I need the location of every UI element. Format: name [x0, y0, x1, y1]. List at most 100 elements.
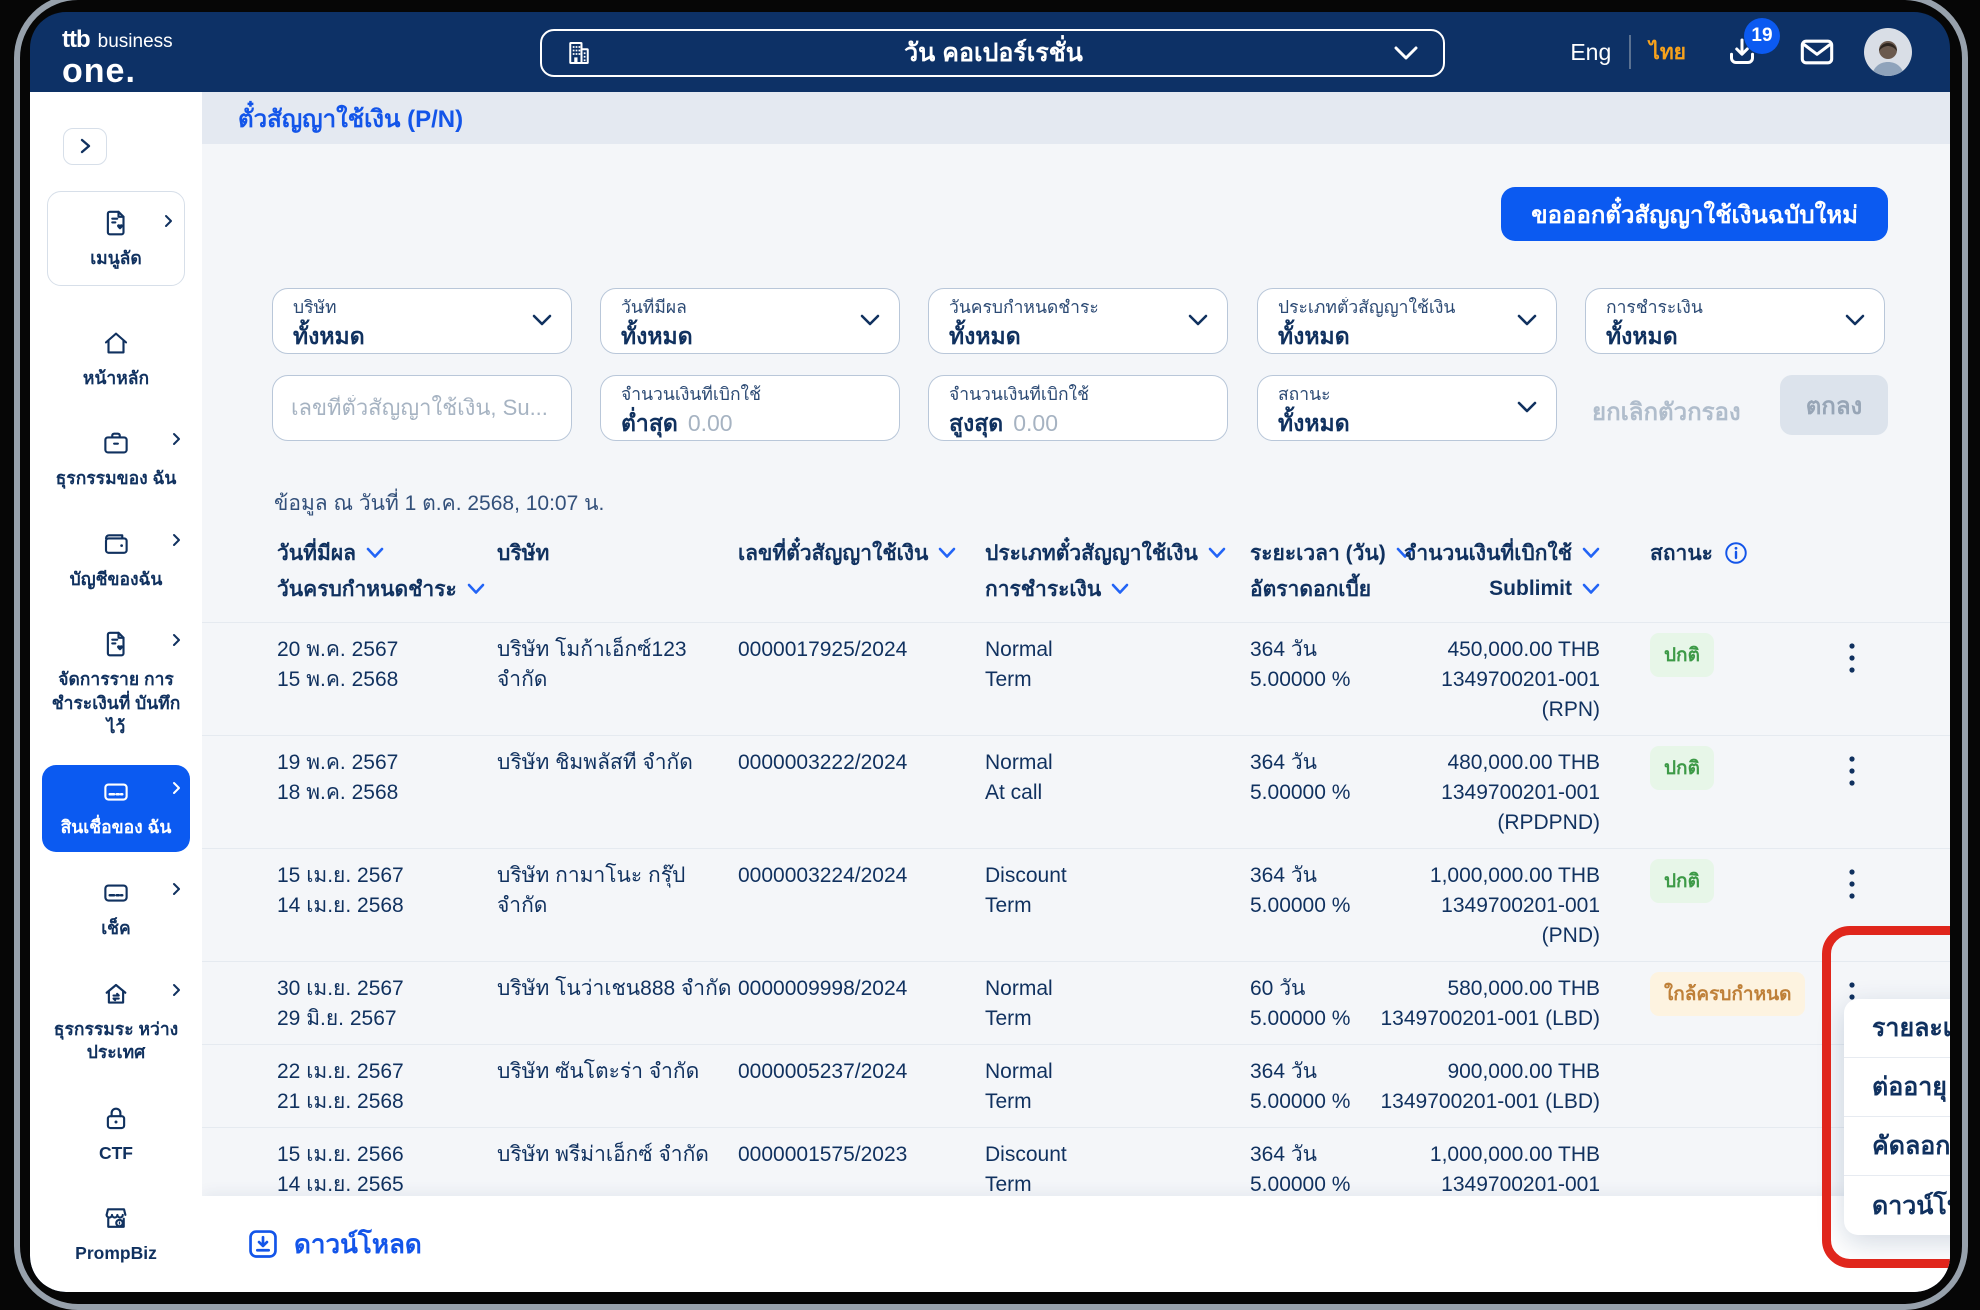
sidebar-item-home[interactable]: หน้าหลัก — [42, 316, 190, 403]
amount-min-field[interactable]: จำนวนเงินที่เบิกใช้ ต่ำสุด0.00 — [600, 375, 900, 441]
sort-icon[interactable] — [938, 547, 956, 559]
company-selector[interactable]: วัน คอเปอร์เรชั่น — [540, 29, 1445, 77]
table-row[interactable]: 22 เม.ย. 256721 เม.ย. 2568 บริษัท ซันโตะ… — [202, 1045, 1950, 1128]
header-due-date[interactable]: วันครบกำหนดชำระ — [277, 573, 457, 606]
user-avatar[interactable] — [1864, 28, 1912, 76]
sidebar-item-shortcut-menu[interactable]: เมนูลัด — [47, 191, 185, 286]
sidebar-item-label: PrompBiz — [48, 1242, 184, 1266]
footer-bar: ดาวน์โหลด — [202, 1196, 1950, 1292]
sidebar-expand-button[interactable] — [63, 128, 107, 165]
cell-dates: 19 พ.ค. 256718 พ.ค. 2568 — [277, 736, 497, 818]
column-header-duration-rate: ระยะเวลา (วัน) อัตราดอกเบี้ย — [1250, 535, 1380, 607]
filter-dropdown-4[interactable]: ประเภทตั๋วสัญญาใช้เงิน ทั้งหมด — [1257, 288, 1557, 354]
row-actions-kebab-button[interactable] — [1822, 623, 1882, 675]
filter-dropdown-2[interactable]: วันที่มีผล ทั้งหมด — [600, 288, 900, 354]
chevron-down-icon — [1187, 313, 1209, 327]
context-menu-item-3[interactable]: คัดลอก — [1844, 1117, 1950, 1176]
sidebar-item-ctf[interactable]: CTF — [42, 1091, 190, 1178]
language-thai[interactable]: ไทย — [1649, 36, 1686, 69]
download-button[interactable]: ดาวน์โหลด — [294, 1224, 422, 1265]
sort-icon[interactable] — [1111, 583, 1129, 595]
header-amount[interactable]: จำนวนเงินที่เบิกใช้ — [1404, 537, 1572, 570]
status-filter-dropdown[interactable]: สถานะ ทั้งหมด — [1257, 375, 1557, 441]
context-menu-item-1[interactable]: รายละเอียด — [1844, 999, 1950, 1058]
filter-value: ทั้งหมด — [949, 319, 1179, 355]
apply-filters-button[interactable]: ตกลง — [1780, 375, 1888, 435]
sidebar-item-prompbiz[interactable]: PrompBiz — [42, 1191, 190, 1278]
sidebar-item-cheque[interactable]: เช็ค — [42, 866, 190, 953]
sidebar-item-label: บัญชีของฉัน — [48, 568, 184, 592]
header-duration[interactable]: ระยะเวลา (วัน) — [1250, 537, 1386, 570]
company-name: วัน คอเปอร์เรชั่น — [594, 33, 1393, 73]
header-payment[interactable]: การชำระเงิน — [985, 573, 1101, 606]
filter-value: ทั้งหมด — [1278, 319, 1508, 355]
row-actions-kebab-button[interactable] — [1822, 849, 1882, 901]
filter-label: การชำระเงิน — [1606, 297, 1836, 318]
amount-max-field[interactable]: จำนวนเงินที่เบิกใช้ สูงสุด0.00 — [928, 375, 1228, 441]
wallet-icon — [101, 529, 131, 559]
table-row[interactable]: 19 พ.ค. 256718 พ.ค. 2568 บริษัท ชิมพลัสท… — [202, 736, 1950, 849]
status-badge: ปกติ — [1650, 859, 1714, 903]
messages-button[interactable] — [1798, 35, 1836, 69]
sidebar-item-my-transactions[interactable]: ธุรกรรมของ ฉัน — [42, 416, 190, 503]
cell-status: ปกติ — [1600, 849, 1822, 903]
cell-amount-sublimit: 1,000,000.00 THB1349700201-001 (PND) — [1380, 849, 1600, 961]
header-sublimit[interactable]: Sublimit — [1489, 577, 1572, 601]
sidebar-item-international[interactable]: ธุรกรรมระ หว่างประเทศ — [42, 967, 190, 1077]
filter-dropdown-5[interactable]: การชำระเงิน ทั้งหมด — [1585, 288, 1885, 354]
header-pn-type[interactable]: ประเภทตั๋วสัญญาใช้เงิน — [985, 537, 1198, 570]
header-effective-date[interactable]: วันที่มีผล — [277, 537, 356, 570]
sort-icon[interactable] — [366, 547, 384, 559]
language-divider — [1629, 35, 1631, 69]
table-row[interactable]: 20 พ.ค. 256715 พ.ค. 2568 บริษัท โมก้าเอ็… — [202, 622, 1950, 736]
status-badge: ปกติ — [1650, 746, 1714, 790]
cell-duration-rate: 364 วัน5.00000 % — [1250, 849, 1380, 931]
clear-filters-button[interactable]: ยกเลิกตัวกรอง — [1592, 392, 1741, 431]
sidebar-item-my-accounts[interactable]: บัญชีของฉัน — [42, 517, 190, 604]
sidebar-nav: หน้าหลัก ธุรกรรมของ ฉัน บัญชีของฉัน จัดก… — [42, 316, 190, 1293]
context-menu-item-4[interactable]: ดาวน์โหลด — [1844, 1176, 1950, 1235]
sidebar-item-saved-payments[interactable]: จัดการราย การชำระเงินที่ บันทึกไว้ — [42, 617, 190, 751]
column-header-pn-number: เลขที่ตั๋วสัญญาใช้เงิน — [738, 535, 985, 607]
status-filter-label: สถานะ — [1278, 384, 1508, 405]
row-actions-kebab-button[interactable] — [1822, 736, 1882, 788]
cell-pn-number: 0000017925/2024 — [738, 623, 985, 675]
sort-icon[interactable] — [467, 583, 485, 595]
info-icon[interactable] — [1723, 540, 1749, 566]
context-menu-item-2[interactable]: ต่ออายุ — [1844, 1058, 1950, 1117]
table-row[interactable]: 15 เม.ย. 256714 เม.ย. 2568 บริษัท กามาโน… — [202, 849, 1950, 962]
status-badge: ปกติ — [1650, 633, 1714, 677]
sidebar-item-my-loans[interactable]: สินเชื่อของ ฉัน — [42, 765, 190, 852]
table-body: 20 พ.ค. 256715 พ.ค. 2568 บริษัท โมก้าเอ็… — [202, 622, 1950, 1292]
language-english[interactable]: Eng — [1570, 39, 1611, 66]
sidebar-item-label: หน้าหลัก — [48, 367, 184, 391]
filter-label: วันครบกำหนดชำระ — [949, 297, 1179, 318]
table-row[interactable]: 30 เม.ย. 256729 มิ.ย. 2567 บริษัท โนว่าเ… — [202, 962, 1950, 1045]
filter-dropdown-1[interactable]: บริษัท ทั้งหมด — [272, 288, 572, 354]
cell-pn-number: 0000003224/2024 — [738, 849, 985, 901]
cell-duration-rate: 364 วัน5.00000 % — [1250, 1045, 1380, 1127]
sort-icon[interactable] — [1208, 547, 1226, 559]
column-header-actions — [1822, 535, 1882, 607]
lock-icon — [101, 1103, 131, 1133]
chevron-down-icon — [531, 313, 553, 327]
sidebar-item-label: ธุรกรรมระ หว่างประเทศ — [48, 1018, 184, 1065]
cell-type-payment: NormalTerm — [985, 623, 1250, 705]
pn-number-search-field[interactable] — [272, 375, 572, 441]
status-badge: ใกล้ครบกำหนด — [1650, 972, 1805, 1016]
sort-icon[interactable] — [1582, 547, 1600, 559]
download-center-button[interactable]: 19 — [1724, 34, 1760, 70]
filter-value: ทั้งหมด — [293, 319, 523, 355]
navbar-right-group: Eng ไทย 19 — [1570, 12, 1912, 92]
chevron-right-icon — [170, 432, 182, 446]
sort-icon[interactable] — [1582, 583, 1600, 595]
cell-dates: 30 เม.ย. 256729 มิ.ย. 2567 — [277, 962, 497, 1044]
header-pn-number[interactable]: เลขที่ตั๋วสัญญาใช้เงิน — [738, 537, 928, 570]
download-box-icon — [246, 1227, 280, 1261]
filter-dropdown-3[interactable]: วันครบกำหนดชำระ ทั้งหมด — [928, 288, 1228, 354]
main-area: ตั๋วสัญญาใช้เงิน (P/N) ขอออกตั๋วสัญญาใช้… — [202, 92, 1950, 1292]
search-input[interactable] — [291, 395, 553, 421]
cell-duration-rate: 364 วัน5.00000 % — [1250, 736, 1380, 818]
new-pn-request-button[interactable]: ขอออกตั๋วสัญญาใช้เงินฉบับใหม่ — [1501, 187, 1888, 241]
mail-icon — [1798, 35, 1836, 69]
